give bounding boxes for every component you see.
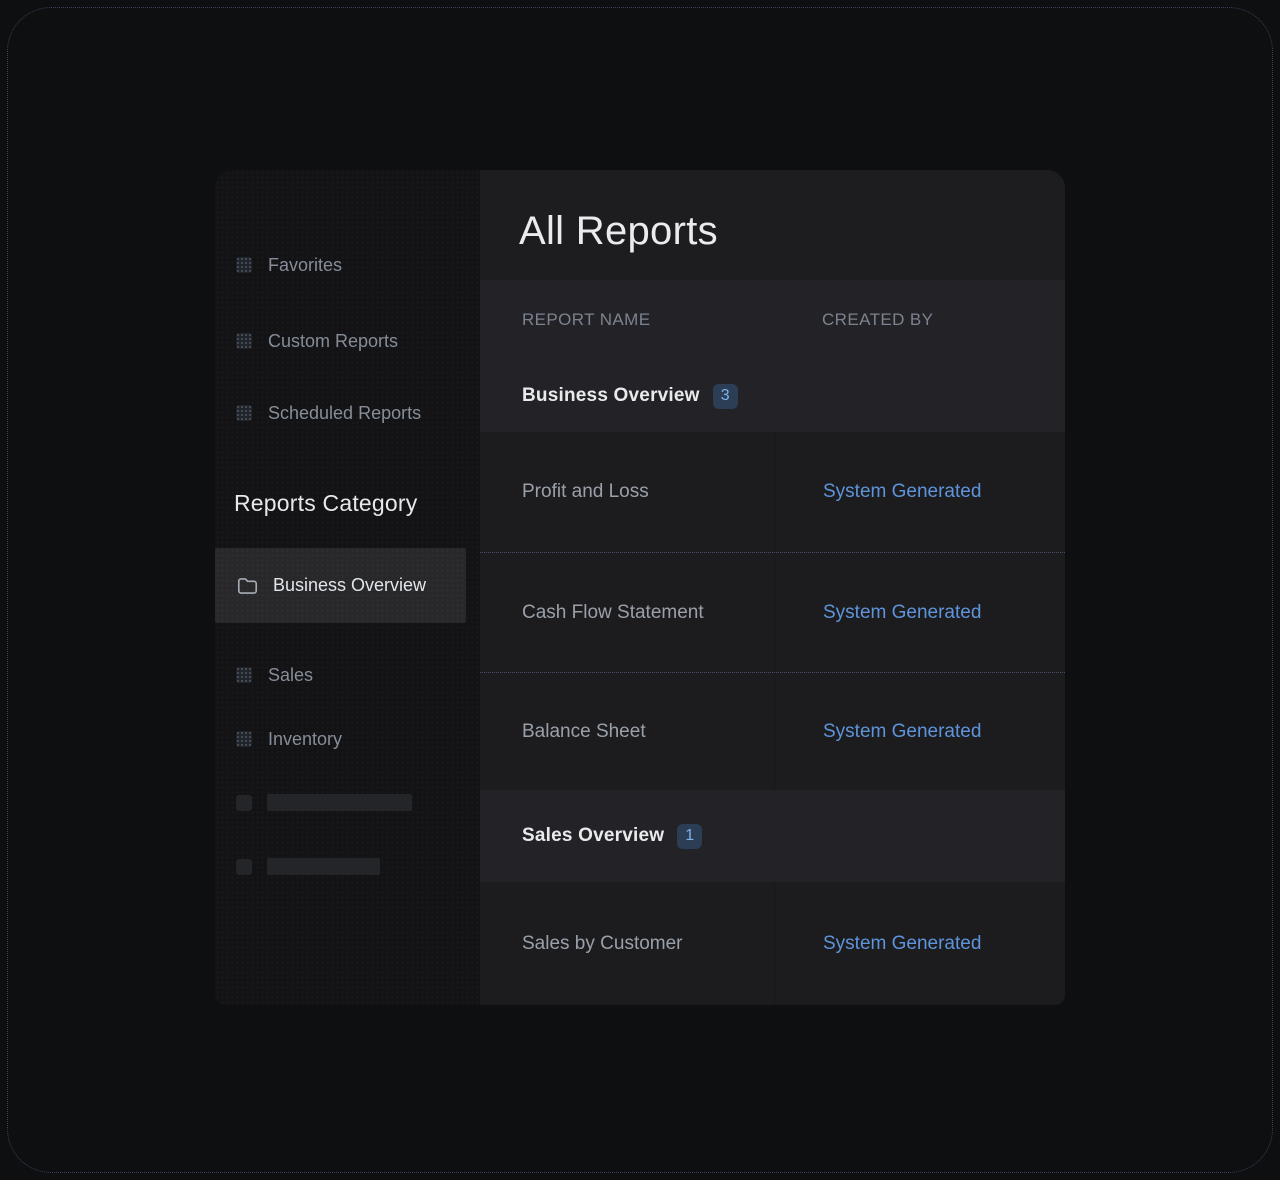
created-by-cell: System Generated <box>774 882 1065 1005</box>
reports-panel: Favorites Custom Reports Scheduled Repor… <box>215 170 1065 1005</box>
group-count-badge: 3 <box>713 384 738 409</box>
table-row[interactable]: Sales by Customer System Generated <box>480 882 1065 1005</box>
report-name-cell[interactable]: Sales by Customer <box>480 882 774 1005</box>
created-by-link[interactable]: System Generated <box>823 721 981 743</box>
report-name-cell[interactable]: Balance Sheet <box>480 673 774 790</box>
column-header-report-name: REPORT NAME <box>480 310 774 330</box>
column-header-created-by: CREATED BY <box>774 310 1065 330</box>
sidebar-item-label: Inventory <box>268 729 342 750</box>
sidebar-item-label: Sales <box>268 665 313 686</box>
page-title: All Reports <box>519 209 718 254</box>
group-row-business-overview[interactable]: Business Overview 3 <box>480 360 1065 432</box>
folder-icon <box>237 577 258 595</box>
sidebar-item-sales[interactable]: Sales <box>215 660 480 690</box>
sidebar-item-scheduled-reports[interactable]: Scheduled Reports <box>215 398 480 428</box>
sidebar-skeleton-row <box>215 858 480 875</box>
report-name-cell[interactable]: Cash Flow Statement <box>480 553 774 672</box>
main-content: All Reports REPORT NAME CREATED BY Busin… <box>480 170 1065 1005</box>
square-placeholder-icon <box>236 667 252 683</box>
report-name-cell[interactable]: Profit and Loss <box>480 432 774 552</box>
group-count-badge: 1 <box>677 824 702 849</box>
selected-category-label: Business Overview <box>273 575 426 596</box>
sidebar-section-title: Reports Category <box>215 486 480 520</box>
square-placeholder-icon <box>236 333 252 349</box>
main-header: All Reports <box>480 170 1065 280</box>
skeleton-bar <box>267 794 412 811</box>
sidebar-skeleton-row <box>215 794 480 811</box>
table-row[interactable]: Profit and Loss System Generated <box>480 432 1065 552</box>
sidebar-item-business-overview-selected[interactable]: Business Overview <box>215 548 466 623</box>
table-row[interactable]: Cash Flow Statement System Generated <box>480 552 1065 672</box>
created-by-link[interactable]: System Generated <box>823 481 981 503</box>
sidebar-item-label: Scheduled Reports <box>268 403 421 424</box>
created-by-cell: System Generated <box>774 553 1065 672</box>
skeleton-square <box>236 859 252 875</box>
square-placeholder-icon <box>236 257 252 273</box>
created-by-link[interactable]: System Generated <box>823 602 981 624</box>
group-name: Business Overview <box>522 385 700 407</box>
created-by-cell: System Generated <box>774 432 1065 552</box>
sidebar-item-favorites[interactable]: Favorites <box>215 250 480 280</box>
group-name: Sales Overview <box>522 825 664 847</box>
skeleton-bar <box>267 858 380 875</box>
square-placeholder-icon <box>236 405 252 421</box>
table-row[interactable]: Balance Sheet System Generated <box>480 672 1065 790</box>
sidebar-item-inventory[interactable]: Inventory <box>215 724 480 754</box>
sidebar: Favorites Custom Reports Scheduled Repor… <box>215 170 480 1005</box>
skeleton-square <box>236 795 252 811</box>
created-by-link[interactable]: System Generated <box>823 933 981 955</box>
table-header-row: REPORT NAME CREATED BY <box>480 280 1065 360</box>
created-by-cell: System Generated <box>774 673 1065 790</box>
sidebar-item-label: Favorites <box>268 255 342 276</box>
sidebar-item-label: Custom Reports <box>268 331 398 352</box>
group-row-sales-overview[interactable]: Sales Overview 1 <box>480 790 1065 882</box>
sidebar-item-custom-reports[interactable]: Custom Reports <box>215 326 480 356</box>
square-placeholder-icon <box>236 731 252 747</box>
